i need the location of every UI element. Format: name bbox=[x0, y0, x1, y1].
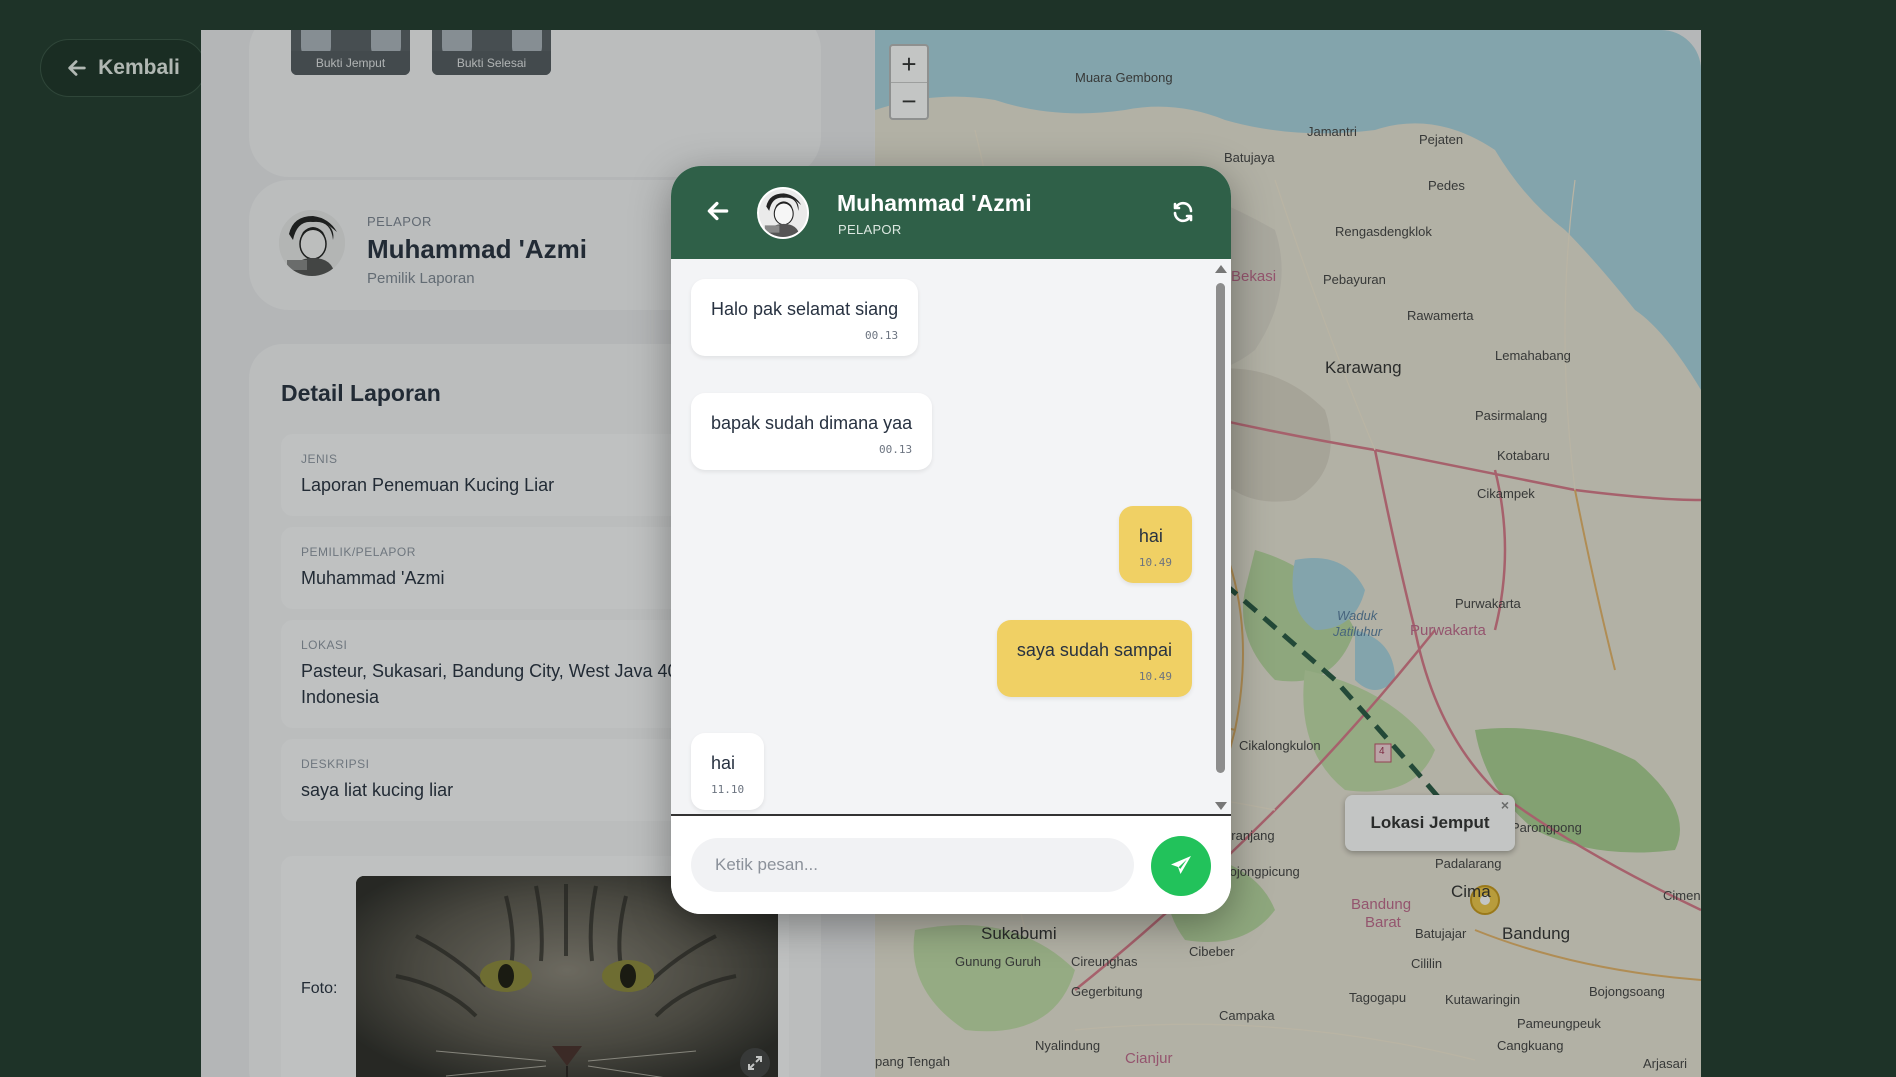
message-bubble-incoming: bapak sudah dimana yaa 00.13 bbox=[691, 393, 933, 470]
message-bubble-incoming: hai 11.10 bbox=[691, 733, 765, 810]
message-bubble-outgoing: saya sudah sampai 10.49 bbox=[996, 620, 1192, 697]
message-bubble-outgoing: hai 10.49 bbox=[1118, 506, 1192, 583]
message-time: 11.10 bbox=[711, 783, 745, 796]
refresh-icon[interactable] bbox=[1171, 200, 1195, 224]
send-button[interactable] bbox=[1151, 836, 1211, 896]
send-icon bbox=[1171, 856, 1191, 874]
chat-back-button[interactable] bbox=[705, 198, 731, 224]
chat-avatar bbox=[757, 187, 809, 239]
chat-scrollbar[interactable] bbox=[1214, 265, 1227, 814]
message-time: 10.49 bbox=[1138, 556, 1172, 569]
scroll-down-arrow[interactable] bbox=[1215, 802, 1227, 810]
message-text: hai bbox=[711, 753, 736, 773]
chat-contact-name: Muhammad 'Azmi bbox=[837, 190, 1032, 216]
message-input[interactable] bbox=[691, 838, 1134, 892]
message-text: Halo pak selamat siang bbox=[711, 299, 899, 319]
chat-contact-role: PELAPOR bbox=[838, 222, 902, 237]
chat-input-bar bbox=[671, 814, 1231, 914]
message-bubble-incoming: Halo pak selamat siang 00.13 bbox=[691, 279, 919, 356]
message-time: 00.13 bbox=[879, 443, 913, 456]
chat-messages[interactable]: Halo pak selamat siang 00.13 bapak sudah… bbox=[671, 259, 1231, 814]
chat-header: Muhammad 'Azmi PELAPOR bbox=[671, 166, 1231, 259]
message-time: 10.49 bbox=[1138, 670, 1172, 683]
chat-modal: Muhammad 'Azmi PELAPOR Halo pak selamat … bbox=[671, 166, 1231, 914]
message-text: hai bbox=[1138, 526, 1163, 546]
message-text: bapak sudah dimana yaa bbox=[711, 413, 913, 433]
scroll-thumb[interactable] bbox=[1216, 283, 1225, 773]
message-time: 00.13 bbox=[864, 329, 899, 342]
message-text: saya sudah sampai bbox=[1016, 640, 1172, 660]
scroll-up-arrow[interactable] bbox=[1215, 265, 1227, 273]
